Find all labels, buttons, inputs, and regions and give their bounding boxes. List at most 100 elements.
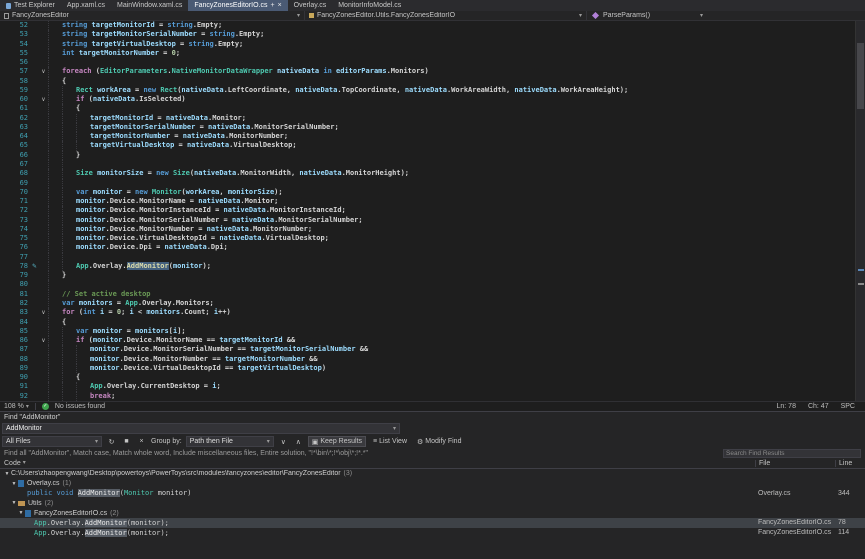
code-text[interactable]: targetMonitorNumber = nativeData.Monitor… — [48, 132, 865, 141]
code-line[interactable]: 91App.Overlay.CurrentDesktop = i; — [0, 382, 865, 391]
line-number[interactable]: 52 — [0, 21, 30, 30]
code-text[interactable] — [48, 253, 865, 262]
code-line[interactable]: 84{ — [0, 318, 865, 327]
search-results-input[interactable] — [723, 449, 861, 458]
code-line[interactable]: 88 monitor.Device.MonitorNumber == target… — [0, 355, 865, 364]
line-number[interactable]: 65 — [0, 141, 30, 150]
line-number[interactable]: 92 — [0, 392, 30, 401]
code-text[interactable]: } — [48, 151, 865, 160]
code-line[interactable]: 77 — [0, 253, 865, 262]
code-line[interactable]: 66} — [0, 151, 865, 160]
code-line[interactable]: 65 targetVirtualDesktop = nativeData.Virt… — [0, 141, 865, 150]
code-text[interactable] — [48, 280, 865, 289]
code-text[interactable]: monitor.Device.MonitorSerialNumber == ta… — [48, 345, 865, 354]
code-line[interactable]: 76 monitor.Device.Dpi = nativeData.Dpi; — [0, 243, 865, 252]
code-line[interactable]: 92 break; — [0, 392, 865, 401]
code-text[interactable]: { — [48, 318, 865, 327]
code-text[interactable]: monitor.Device.VirtualDesktopId == targe… — [48, 364, 865, 373]
code-text[interactable] — [48, 58, 865, 67]
find-result-group[interactable]: ▼Overlay.cs(1) — [0, 479, 865, 489]
code-text[interactable]: string targetMonitorSerialNumber = strin… — [48, 30, 865, 39]
code-text[interactable]: if (monitor.Device.MonitorName == target… — [48, 336, 865, 345]
code-text[interactable] — [48, 160, 865, 169]
find-result-group[interactable]: ▼C:\Users\zhaopengwang\Desktop\powertoys… — [0, 469, 865, 479]
line-number[interactable]: 71 — [0, 197, 30, 206]
find-query-combobox[interactable]: AddMonitor ▾ — [2, 423, 400, 434]
code-text[interactable]: targetMonitorId = nativeData.Monitor; — [48, 114, 865, 123]
code-text[interactable]: break; — [48, 392, 865, 401]
code-text[interactable]: string targetVirtualDesktop = string.Emp… — [48, 40, 865, 49]
keep-results-toggle[interactable]: ▣ Keep Results — [308, 436, 366, 447]
line-number[interactable]: 62 — [0, 114, 30, 123]
line-number[interactable]: 80 — [0, 280, 30, 289]
code-area[interactable]: 52string targetMonitorId = string.Empty;… — [0, 21, 865, 401]
code-text[interactable]: monitor.Device.MonitorSerialNumber = nat… — [48, 216, 865, 225]
fold-arrow-icon[interactable]: ∨ — [39, 67, 48, 76]
code-text[interactable]: } — [48, 271, 865, 280]
line-number[interactable]: 90 — [0, 373, 30, 382]
code-text[interactable]: monitor.Device.Dpi = nativeData.Dpi; — [48, 243, 865, 252]
tab-overlay-cs[interactable]: Overlay.cs — [288, 0, 333, 11]
code-line[interactable]: 75 monitor.Device.VirtualDesktopId = nati… — [0, 234, 865, 243]
code-line[interactable]: 60∨if (nativeData.IsSelected) — [0, 95, 865, 104]
collapse-all-icon[interactable]: ∧ — [293, 436, 304, 447]
code-text[interactable]: monitor.Device.VirtualDesktopId = native… — [48, 234, 865, 243]
tab-fancyzoneseditorio-cs[interactable]: FancyZonesEditorIO.cs+× — [188, 0, 287, 11]
code-text[interactable]: targetVirtualDesktop = nativeData.Virtua… — [48, 141, 865, 150]
expand-all-icon[interactable]: ∨ — [278, 436, 289, 447]
line-number[interactable]: 81 — [0, 290, 30, 299]
repeat-search-icon[interactable]: ↻ — [106, 436, 117, 447]
code-line[interactable]: 59 Rect workArea = new Rect(nativeData.Le… — [0, 86, 865, 95]
code-line[interactable]: 62 targetMonitorId = nativeData.Monitor; — [0, 114, 865, 123]
code-text[interactable]: foreach (EditorParameters.NativeMonitorD… — [48, 67, 865, 76]
line-number[interactable]: 85 — [0, 327, 30, 336]
column-header-line[interactable]: Line — [835, 460, 865, 467]
line-number[interactable]: 82 — [0, 299, 30, 308]
group-by-dropdown[interactable]: Path then File ▾ — [186, 436, 274, 447]
line-number[interactable]: 59 — [0, 86, 30, 95]
find-result-row[interactable]: public void AddMonitor(Monitor monitor)O… — [0, 489, 865, 499]
code-line[interactable]: 71monitor.Device.MonitorName = nativeDat… — [0, 197, 865, 206]
close-icon[interactable]: × — [278, 2, 282, 9]
code-text[interactable]: Rect workArea = new Rect(nativeData.Left… — [48, 86, 865, 95]
line-number[interactable]: 54 — [0, 40, 30, 49]
line-number[interactable]: 76 — [0, 243, 30, 252]
tab-mainwindow-xaml-cs[interactable]: MainWindow.xaml.cs — [111, 0, 188, 11]
code-line[interactable]: 52string targetMonitorId = string.Empty; — [0, 21, 865, 30]
code-text[interactable]: App.Overlay.AddMonitor(monitor); — [48, 262, 865, 271]
expander-icon[interactable]: ▼ — [3, 471, 11, 477]
code-line[interactable]: 70var monitor = new Monitor(workArea, mo… — [0, 188, 865, 197]
code-text[interactable]: for (int i = 0; i < monitors.Count; i++) — [48, 308, 865, 317]
project-dropdown[interactable]: FancyZonesEditor ▾ — [0, 11, 305, 20]
code-line[interactable]: 53 string targetMonitorSerialNumber = str… — [0, 30, 865, 39]
line-number[interactable]: 69 — [0, 179, 30, 188]
line-number[interactable]: 75 — [0, 234, 30, 243]
code-line[interactable]: 83∨for (int i = 0; i < monitors.Count; i… — [0, 308, 865, 317]
code-line[interactable]: 90{ — [0, 373, 865, 382]
code-line[interactable]: 81// Set active desktop — [0, 290, 865, 299]
line-number[interactable]: 67 — [0, 160, 30, 169]
code-line[interactable]: 80 — [0, 280, 865, 289]
find-result-group[interactable]: ▼Utils(2) — [0, 498, 865, 508]
line-number[interactable]: 53 — [0, 30, 30, 39]
code-text[interactable]: monitor.Device.MonitorNumber == targetMo… — [48, 355, 865, 364]
code-line[interactable]: 55 int targetMonitorNumber = 0; — [0, 49, 865, 58]
find-result-group[interactable]: ▼FancyZonesEditorIO.cs(2) — [0, 508, 865, 518]
fold-arrow-icon[interactable]: ∨ — [39, 95, 48, 104]
line-number[interactable]: 55 — [0, 49, 30, 58]
line-number[interactable]: 66 — [0, 151, 30, 160]
code-line[interactable]: 87 monitor.Device.MonitorSerialNumber == … — [0, 345, 865, 354]
line-number[interactable]: 88 — [0, 355, 30, 364]
code-line[interactable]: 58{ — [0, 77, 865, 86]
code-line[interactable]: 61{ — [0, 104, 865, 113]
code-text[interactable]: { — [48, 77, 865, 86]
code-line[interactable]: 74monitor.Device.MonitorNumber = nativeD… — [0, 225, 865, 234]
modify-find-button[interactable]: ⚙ Modify Find — [414, 436, 464, 447]
line-number[interactable]: 60 — [0, 95, 30, 104]
line-number[interactable]: 87 — [0, 345, 30, 354]
code-line[interactable]: 73monitor.Device.MonitorSerialNumber = n… — [0, 216, 865, 225]
scope-dropdown[interactable]: All Files ▾ — [2, 436, 102, 447]
tab-app-xaml-cs[interactable]: App.xaml.cs — [61, 0, 111, 11]
code-text[interactable]: int targetMonitorNumber = 0; — [48, 49, 865, 58]
line-number[interactable]: 64 — [0, 132, 30, 141]
